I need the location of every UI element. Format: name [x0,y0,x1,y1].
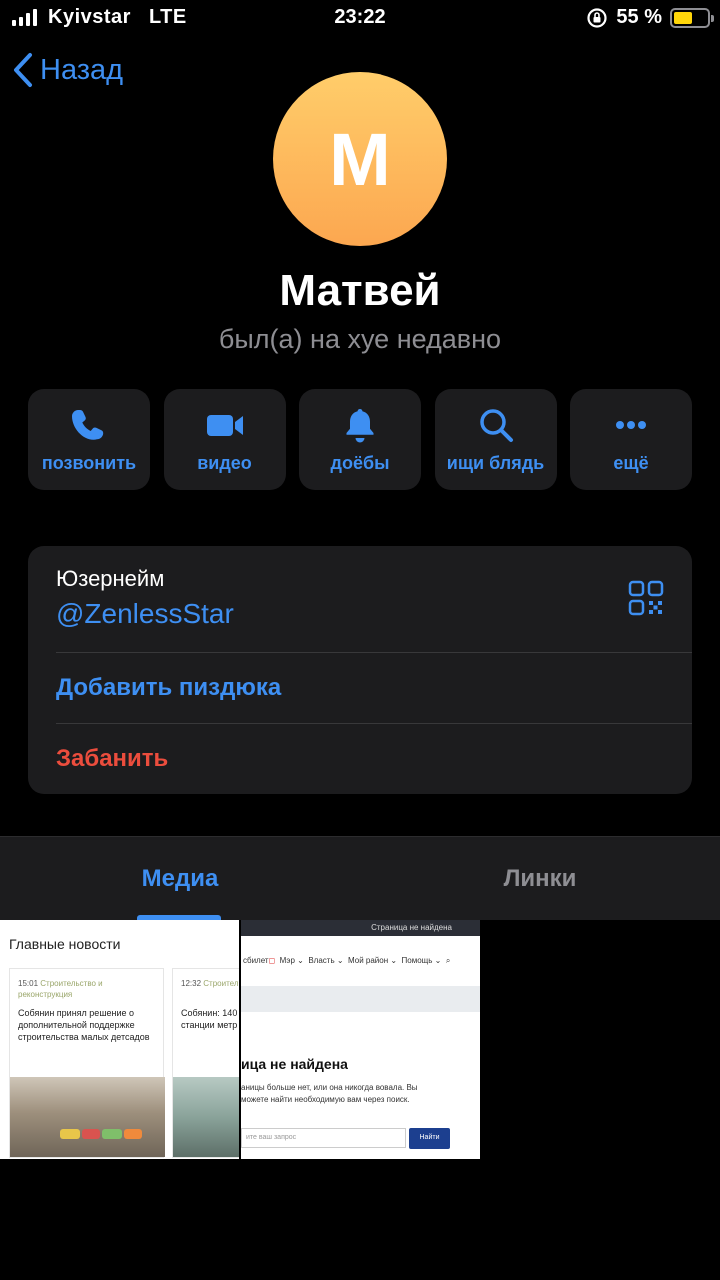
search-label: ищи блядь [446,453,545,473]
notifications-label: доёбы [330,453,390,473]
action-buttons: позвонить видео доёбы ищи блядь ещё [28,389,692,490]
media-grid: Главные новости 15:01 Строительство и ре… [0,920,720,1160]
battery-icon [670,7,714,28]
photo-detail [102,1129,122,1139]
news-text: Собянин: 140 пешеходный станции метр «Те… [181,1008,239,1030]
tab-links[interactable]: Линки [360,865,720,893]
more-icon [616,421,646,429]
news-card: 15:01 Строительство и реконструкция Собя… [9,968,165,1158]
qr-code-icon[interactable] [628,580,664,616]
site-band [241,986,480,1012]
topbar-title: Страница не найдена [371,923,452,932]
call-button[interactable]: позвонить [28,389,150,490]
battery-level [674,11,692,24]
tab-media[interactable]: Медиа [0,865,360,893]
nav-badge: ◻ [268,956,276,965]
avatar-letter: М [329,117,391,201]
site-nav-item: Мэр ⌄ [279,956,304,965]
bell-icon [346,409,374,443]
status-bar: Kyivstar LTE 23:22 55 % [0,0,720,40]
status-right: 55 % [586,6,714,29]
not-found-heading: ица не найдена [241,1056,348,1072]
photo-detail [82,1129,100,1139]
battery-percent: 55 % [616,6,662,28]
username-label: Юзернейм [56,566,165,591]
divider [56,723,692,724]
site-nav-item: Мой район ⌄ [348,956,398,965]
video-label: видео [197,453,252,473]
more-label: ещё [613,453,649,473]
info-card: Юзернейм @ZenlessStar Добавить пиздюка З… [28,546,692,794]
photo-detail [124,1129,142,1139]
more-button[interactable]: ещё [570,389,692,490]
notifications-button[interactable]: доёбы [299,389,421,490]
avatar[interactable]: М [273,72,447,246]
username-value[interactable]: @ZenlessStar [56,598,234,630]
call-label: позвонить [41,453,137,473]
news-category: Строительств [203,979,239,988]
divider [56,652,692,653]
not-found-text: аницы больше нет, или она никогда вовала… [241,1083,418,1104]
news-meta: 12:32 Строительств [181,978,239,989]
add-contact-button[interactable]: Добавить пиздюка [56,674,281,702]
news-time: 15:01 [18,979,39,988]
site-search-icon: ⌕ [445,956,451,965]
back-label: Назад [40,53,124,86]
chevron-left-icon [14,53,32,87]
phone-icon [72,410,104,440]
block-button[interactable]: Забанить [56,745,168,773]
news-meta: 15:01 Строительство и реконструкция [18,978,158,1000]
site-nav-item: Власть ⌄ [308,956,344,965]
video-button[interactable]: видео [163,389,286,490]
search-button[interactable]: ищи блядь [434,389,557,490]
contact-name: Матвей [279,266,441,315]
news-card: 12:32 Строительств Собянин: 140 пешеходн… [172,968,239,1158]
news-text: Собянин принял решение о дополнительной … [18,1008,150,1042]
last-seen-status: был(а) на хуе недавно [218,324,502,354]
news-photo [173,1077,239,1157]
site-nav-prefix: сбилет [243,956,269,965]
media-thumbnail[interactable]: Страница не найдена сбилет◻ Мэр ⌄ Власть… [241,920,480,1159]
username-row[interactable]: Юзернейм @ZenlessStar [56,566,234,630]
back-button[interactable]: Назад [12,52,123,88]
site-nav: сбилет◻ Мэр ⌄ Власть ⌄ Мой район ⌄ Помощ… [241,956,480,966]
news-time: 12:32 [181,979,202,988]
thumb-news-title: Главные новости [9,936,121,952]
media-thumbnail[interactable]: Главные новости 15:01 Строительство и ре… [0,920,239,1159]
browser-topbar: Страница не найдена [241,920,480,936]
orientation-lock-icon [587,7,608,28]
site-search-button: Найти [409,1128,450,1149]
site-nav-item: Помощь ⌄ [401,956,442,965]
search-icon [479,409,513,442]
news-photo [10,1077,165,1157]
photo-detail [60,1129,80,1139]
media-tabs: Медиа Линки [0,836,720,921]
video-icon [206,415,243,436]
site-search-input: ите ваш запрос [241,1128,406,1148]
